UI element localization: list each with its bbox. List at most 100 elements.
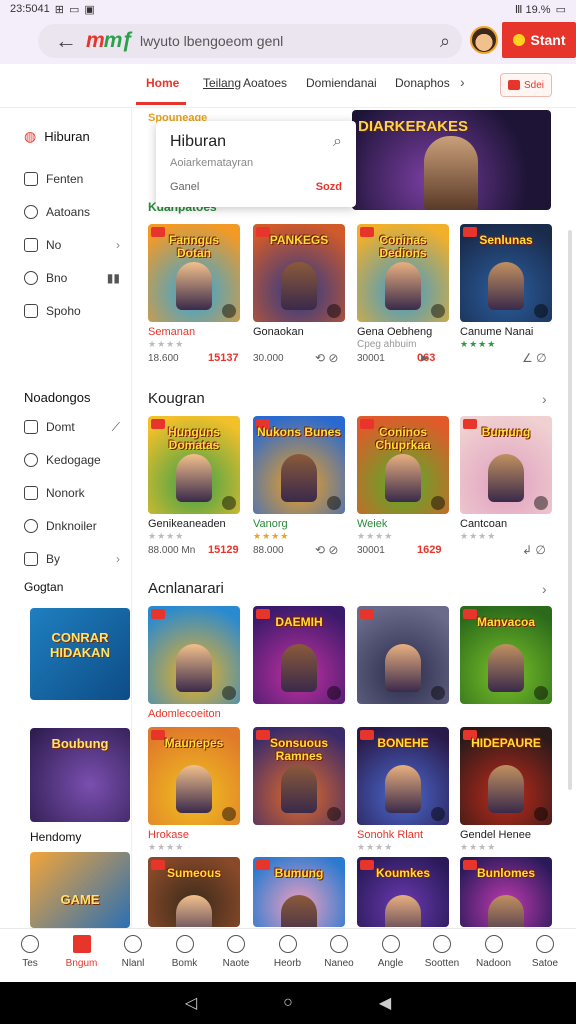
system-back-icon[interactable]: ◁ xyxy=(185,993,197,1013)
nav-item-tes[interactable]: Tes xyxy=(5,935,55,969)
nav-item-sootten[interactable]: Sootten xyxy=(417,935,467,969)
play-icon[interactable] xyxy=(534,807,548,821)
nav-item-satoe[interactable]: Satoe xyxy=(520,935,570,969)
search-bar[interactable]: ← mmƒ lwyuto lbengoeom genl ⌕ xyxy=(38,24,462,58)
play-icon[interactable] xyxy=(431,304,445,318)
nav-item-naneo[interactable]: Naneo xyxy=(314,935,364,969)
play-icon[interactable] xyxy=(534,496,548,510)
sidebar-item-fenten[interactable]: Fenten xyxy=(24,172,124,186)
play-icon[interactable] xyxy=(222,304,236,318)
nav-item-label: Bngum xyxy=(65,958,98,969)
game-action-icons[interactable]: ↲ ∅ xyxy=(522,543,546,557)
system-home-icon[interactable]: ○ xyxy=(283,994,293,1012)
game-card[interactable]: Coninas Dedions xyxy=(357,224,449,322)
search-popup[interactable]: Hiburan Aoiarkematayran Ganel Sozd ⌕ xyxy=(156,121,356,207)
sidebar-extra-icon: ⟋ xyxy=(111,419,120,434)
game-card[interactable]: BONEHE xyxy=(357,727,449,825)
section-chevron-icon[interactable]: › xyxy=(542,391,547,407)
tab-domiendanai[interactable]: Domiendanai xyxy=(306,76,377,90)
play-icon[interactable] xyxy=(222,496,236,510)
sidebar-item-spoho[interactable]: Spoho xyxy=(24,304,124,318)
nav-item-label: Naneo xyxy=(324,958,354,969)
sidebar-item-nonork[interactable]: Nonork xyxy=(24,486,124,500)
game-action-icons[interactable]: ➤ xyxy=(419,351,429,365)
popup-search-icon[interactable]: ⌕ xyxy=(333,133,342,151)
sidebar-item-domt[interactable]: Domt ⟋ xyxy=(24,420,124,434)
play-icon[interactable] xyxy=(534,304,548,318)
play-icon[interactable] xyxy=(534,686,548,700)
back-arrow-icon[interactable]: ← xyxy=(46,28,86,54)
tab-donaphos[interactable]: Donaphos xyxy=(395,76,450,90)
play-icon[interactable] xyxy=(222,807,236,821)
play-icon[interactable] xyxy=(222,686,236,700)
game-card-title: Hunguns Domatas xyxy=(168,425,220,452)
game-card[interactable] xyxy=(148,606,240,704)
nav-item-bomk[interactable]: Bomk xyxy=(160,935,210,969)
bell-icon xyxy=(278,935,297,953)
game-action-icons[interactable]: ⟲ ⊘ xyxy=(315,543,338,557)
game-card-title: Senlunas xyxy=(479,233,533,247)
sidebar-item-hiburan[interactable]: ◍ Hiburan xyxy=(24,128,124,145)
game-card[interactable]: Senlunas xyxy=(460,224,552,322)
game-card[interactable]: Sumeous xyxy=(148,857,240,927)
scrollbar[interactable] xyxy=(568,230,572,790)
play-icon[interactable] xyxy=(327,496,341,510)
nav-item-naote[interactable]: Naote xyxy=(211,935,261,969)
search-input[interactable]: lwyuto lbengoeom genl xyxy=(140,33,428,49)
play-icon[interactable] xyxy=(431,807,445,821)
tabs-badge[interactable]: Sdei xyxy=(500,73,552,97)
game-card[interactable]: Bunlomes xyxy=(460,857,552,927)
nav-item-label: Angle xyxy=(377,958,404,969)
search-icon[interactable]: ⌕ xyxy=(428,31,462,52)
play-icon[interactable] xyxy=(431,686,445,700)
game-card[interactable] xyxy=(357,606,449,704)
game-character xyxy=(488,644,524,692)
sidebar-item-kedogage[interactable]: Kedogage xyxy=(24,453,124,467)
settings-icon xyxy=(536,935,554,953)
game-character xyxy=(176,454,212,502)
nav-item-angle[interactable]: Angle xyxy=(366,935,416,969)
play-icon[interactable] xyxy=(327,807,341,821)
nav-item-nlanl[interactable]: Nlanl xyxy=(108,935,158,969)
game-card[interactable]: Hunguns Domatas xyxy=(148,416,240,514)
sidebar-game-card[interactable]: Boubung xyxy=(30,728,130,822)
tabs-chevron-icon[interactable]: › xyxy=(460,74,465,90)
game-card[interactable]: Maunepes xyxy=(148,727,240,825)
game-action-icons[interactable]: ∠ ∅ xyxy=(522,351,547,365)
nav-item-bngum[interactable]: Bngum xyxy=(57,935,107,969)
sidebar-item-bno[interactable]: Bno ▮▮ xyxy=(24,271,124,285)
sidebar-item-no[interactable]: No › xyxy=(24,238,124,252)
nav-item-nadoon[interactable]: Nadoon xyxy=(469,935,519,969)
sidebar-game-card[interactable]: GAME xyxy=(30,852,130,928)
sidebar-item-by[interactable]: By › xyxy=(24,552,124,566)
top-bar: ← mmƒ lwyuto lbengoeom genl ⌕ Stant xyxy=(0,18,576,64)
game-card[interactable]: Coninos Chuprkaa xyxy=(357,416,449,514)
play-icon[interactable] xyxy=(327,304,341,318)
sidebar-game-card[interactable]: CONRAR HIDAKAN xyxy=(30,608,130,700)
start-button[interactable]: Stant xyxy=(502,22,576,58)
featured-banner[interactable]: DIARKERAKES xyxy=(352,110,551,210)
game-card[interactable]: HIDEPAURE xyxy=(460,727,552,825)
sidebar-item-aatoans[interactable]: Aatoans xyxy=(24,205,124,219)
tab-teilang[interactable]: Teilang xyxy=(203,76,241,90)
game-card[interactable]: Koumkes xyxy=(357,857,449,927)
game-card[interactable]: PANKEGS xyxy=(253,224,345,322)
game-card[interactable]: Sonsuous Ramnes xyxy=(253,727,345,825)
game-card[interactable]: Bumung xyxy=(253,857,345,927)
system-nav-bar: ◁ ○ ◀ xyxy=(0,982,576,1024)
game-action-icons[interactable]: ⟲ ⊘ xyxy=(315,351,338,365)
nav-item-heorb[interactable]: Heorb xyxy=(263,935,313,969)
tab-home[interactable]: Home xyxy=(146,76,179,90)
game-card[interactable]: Nukons Bunes xyxy=(253,416,345,514)
game-card[interactable]: Fanngus Dotan xyxy=(148,224,240,322)
play-icon[interactable] xyxy=(431,496,445,510)
game-card[interactable]: Bumung xyxy=(460,416,552,514)
sidebar-item-dnknoiler[interactable]: Dnknoiler xyxy=(24,519,124,533)
avatar[interactable] xyxy=(470,26,498,54)
tab-aoatoes[interactable]: Aoatoes xyxy=(243,76,287,90)
play-icon[interactable] xyxy=(327,686,341,700)
section-chevron-icon[interactable]: › xyxy=(542,581,547,597)
game-card[interactable]: DAEMIH xyxy=(253,606,345,704)
system-recent-icon[interactable]: ◀ xyxy=(379,993,391,1013)
game-card[interactable]: Manvacoa xyxy=(460,606,552,704)
